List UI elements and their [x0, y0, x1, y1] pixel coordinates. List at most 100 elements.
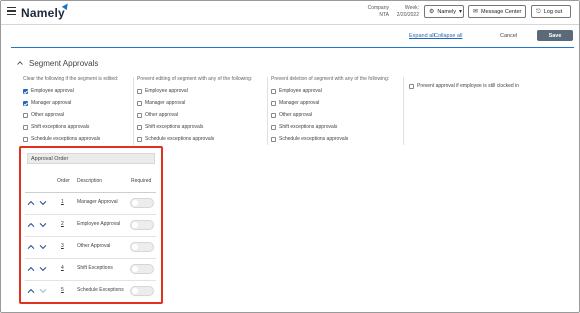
required-toggle[interactable] — [130, 264, 154, 274]
week-label: Week: — [404, 5, 419, 11]
hamburger-menu-icon[interactable] — [7, 7, 16, 16]
order-number[interactable]: 4 — [61, 265, 64, 271]
order-number[interactable]: 1 — [61, 199, 64, 205]
caret-down-icon: ▾ — [459, 8, 463, 15]
option-shift-exceptions[interactable]: Shift exceptions approvals — [271, 121, 389, 133]
table-row: 3 Other Approval — [25, 236, 156, 258]
approval-order-panel: Approval Order Order Description Require… — [19, 146, 163, 304]
order-number[interactable]: 3 — [61, 243, 64, 249]
move-up-icon[interactable] — [27, 288, 35, 294]
option-shift-exceptions[interactable]: Shift exceptions approvals — [23, 121, 118, 133]
checkbox[interactable] — [271, 88, 276, 94]
option-schedule-exceptions[interactable]: Schedule exceptions approvals — [137, 133, 252, 145]
option-shift-exceptions[interactable]: Shift exceptions approvals — [137, 121, 252, 133]
option-other-approval[interactable]: Other approval — [23, 109, 118, 121]
header-divider — [11, 47, 574, 48]
option-label: Other approval — [279, 112, 313, 118]
option-manager-approval[interactable]: Manager approval — [271, 97, 389, 109]
option-schedule-exceptions[interactable]: Schedule exceptions approvals — [271, 133, 389, 145]
logout-button[interactable]: ⎋ Log out — [531, 5, 571, 18]
option-schedule-exceptions[interactable]: Schedule exceptions approvals — [23, 133, 118, 145]
cancel-button[interactable]: Cancel — [500, 33, 517, 39]
move-down-icon[interactable] — [39, 266, 47, 272]
checkbox[interactable] — [271, 112, 276, 118]
option-label: Employee approval — [279, 88, 322, 94]
checkbox[interactable] — [409, 83, 414, 89]
clear-if-edited-column: Clear the following if the segment is ed… — [23, 76, 118, 145]
option-label: Shift exceptions approvals — [145, 124, 204, 130]
approval-order-title: Approval Order — [27, 153, 155, 164]
table-row: 4 Shift Exceptions — [25, 258, 156, 280]
option-manager-approval[interactable]: Manager approval — [137, 97, 252, 109]
week-info: Week: 2/20/2022 — [393, 5, 419, 19]
envelope-icon: ✉ — [473, 8, 479, 15]
move-up-icon[interactable] — [27, 200, 35, 206]
option-label: Schedule exceptions approvals — [145, 136, 215, 142]
checkbox[interactable] — [137, 124, 142, 130]
brand-logo[interactable]: Namely — [21, 6, 65, 20]
option-label: Shift exceptions approvals — [31, 124, 90, 130]
toggle-knob — [132, 244, 138, 250]
required-toggle[interactable] — [130, 286, 154, 296]
option-other-approval[interactable]: Other approval — [271, 109, 389, 121]
expand-all-link[interactable]: Expand all — [409, 33, 435, 39]
save-button[interactable]: Save — [537, 30, 573, 41]
move-up-icon[interactable] — [27, 244, 35, 250]
checkbox[interactable] — [271, 124, 276, 130]
move-up-icon[interactable] — [27, 266, 35, 272]
column-title: Prevent deletion of segment with any of … — [271, 76, 390, 82]
move-down-icon[interactable] — [39, 200, 47, 206]
toggle-knob — [132, 200, 138, 206]
checkbox[interactable] — [137, 100, 142, 106]
required-toggle[interactable] — [130, 242, 154, 252]
collapse-all-link[interactable]: Collapse all — [434, 33, 462, 39]
approval-description: Schedule Exceptions — [77, 287, 124, 293]
message-center-label: Message Center — [481, 8, 522, 15]
option-label: Schedule exceptions approvals — [279, 136, 349, 142]
checkbox[interactable] — [23, 100, 28, 106]
chevron-up-icon[interactable] — [17, 60, 23, 66]
prevent-deletion-column: Prevent deletion of segment with any of … — [271, 76, 389, 145]
required-toggle[interactable] — [130, 220, 154, 230]
move-down-icon — [39, 288, 47, 294]
checkbox[interactable] — [137, 112, 142, 118]
option-other-approval[interactable]: Other approval — [137, 109, 252, 121]
column-divider — [403, 77, 404, 145]
toggle-knob — [132, 222, 138, 228]
message-center-button[interactable]: ✉ Message Center — [468, 5, 526, 18]
company-info: Company NTA — [361, 5, 389, 19]
move-down-icon[interactable] — [39, 244, 47, 250]
option-prevent-clocked-in[interactable]: Prevent approval if employee is still cl… — [409, 80, 519, 92]
checkbox[interactable] — [23, 136, 28, 142]
required-toggle[interactable] — [130, 198, 154, 208]
checkbox[interactable] — [271, 136, 276, 142]
column-title: Prevent editing of segment with any of t… — [137, 76, 253, 82]
prevent-editing-column: Prevent editing of segment with any of t… — [137, 76, 252, 145]
checkbox[interactable] — [137, 88, 142, 94]
checkbox[interactable] — [271, 100, 276, 106]
order-number[interactable]: 2 — [61, 221, 64, 227]
company-value: NTA — [379, 12, 389, 18]
option-label: Employee approval — [31, 88, 74, 94]
checkbox[interactable] — [137, 136, 142, 142]
top-header: Namely Company NTA Week: 2/20/2022 ⚙ Nam… — [1, 1, 579, 25]
column-header-required: Required — [131, 178, 152, 184]
checkbox[interactable] — [23, 112, 28, 118]
section-title: Segment Approvals — [29, 59, 99, 68]
checkbox[interactable] — [23, 88, 28, 94]
order-number[interactable]: 5 — [61, 287, 64, 293]
column-header-order: Order — [57, 178, 70, 184]
option-label: Employee approval — [145, 88, 188, 94]
namely-menu-button[interactable]: ⚙ Namely ▾ — [424, 5, 464, 18]
option-manager-approval[interactable]: Manager approval — [23, 97, 118, 109]
option-employee-approval[interactable]: Employee approval — [23, 85, 118, 97]
move-down-icon[interactable] — [39, 222, 47, 228]
approval-order-rows: 1 Manager Approval 2 Employee Approval 3… — [25, 192, 156, 302]
column-header-description: Description — [77, 178, 103, 184]
option-employee-approval[interactable]: Employee approval — [271, 85, 389, 97]
move-up-icon[interactable] — [27, 222, 35, 228]
option-employee-approval[interactable]: Employee approval — [137, 85, 252, 97]
checkbox[interactable] — [23, 124, 28, 130]
gear-icon: ⚙ — [429, 8, 435, 15]
company-label: Company — [367, 5, 389, 11]
